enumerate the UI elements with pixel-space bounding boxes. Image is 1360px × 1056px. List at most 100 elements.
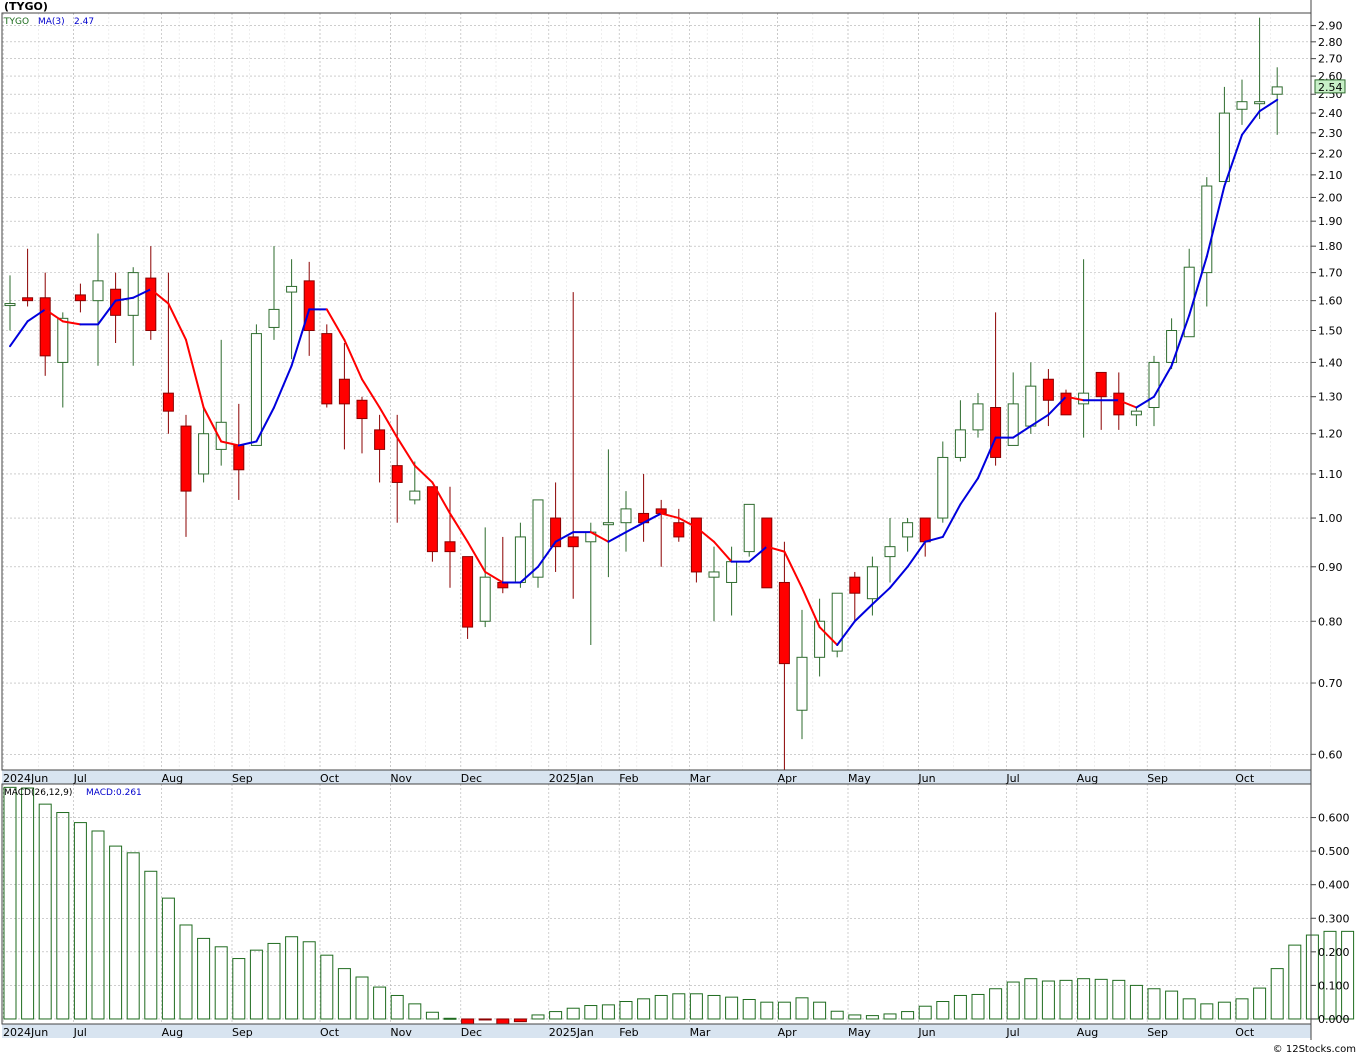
candle-body-down [22, 297, 34, 302]
candle-body-down [39, 297, 51, 357]
macd-month-label: Sep [1147, 1026, 1168, 1039]
price-month-label: Mar [690, 772, 711, 785]
candle-body-up [127, 272, 139, 316]
price-tick-label: 2.40 [1318, 107, 1343, 120]
candle [462, 556, 474, 639]
price-tick-label: 2.80 [1318, 36, 1343, 49]
macd-tick-label: 0.200 [1318, 946, 1350, 959]
macd-month-label: Mar [690, 1026, 711, 1039]
price-month-label: 2024Jun [3, 772, 48, 785]
candle-body-up [708, 571, 720, 578]
candle-body-down [919, 517, 931, 543]
candle-body-up [726, 561, 738, 583]
candle-body-up [620, 508, 632, 524]
candle-body-up [937, 456, 949, 519]
candle-body-up [1148, 361, 1160, 408]
macd-month-label: Aug [1077, 1026, 1098, 1039]
macd-tick-label: 0.300 [1318, 912, 1350, 925]
price-month-label: Sep [232, 772, 253, 785]
macd-tick-label: 0.600 [1318, 812, 1350, 825]
candle-body-up [884, 546, 896, 558]
candle-body-up [602, 522, 614, 526]
candle-body-down [145, 277, 157, 332]
candle-body-up [1254, 101, 1266, 105]
candle-body-down [233, 444, 245, 471]
candle-body-down [180, 425, 192, 492]
macd-month-label: Apr [778, 1026, 798, 1039]
candle-body-down [162, 392, 174, 412]
candle-body-down [74, 294, 86, 302]
price-tick-label: 2.90 [1318, 20, 1343, 33]
macd-tick-label: 0.000 [1318, 1013, 1350, 1026]
price-month-label: 2025Jan [549, 772, 594, 785]
price-month-label: Oct [1235, 772, 1255, 785]
price-tick-label: 1.60 [1318, 295, 1343, 308]
candle-body-up [198, 433, 210, 475]
macd-month-label: Oct [320, 1026, 340, 1039]
candle-body-up [1007, 403, 1019, 446]
price-month-label: Dec [461, 772, 482, 785]
legend-macd-value: MACD:0.261 [86, 788, 142, 798]
price-month-label: May [848, 772, 871, 785]
candle-body-up [866, 566, 878, 600]
candle-body-up [972, 403, 984, 431]
price-month-label: Feb [619, 772, 638, 785]
candle-body-down [1113, 392, 1125, 416]
price-tick-label: 1.80 [1318, 240, 1343, 253]
candle-body-up [57, 317, 69, 363]
candle-body-down [462, 556, 474, 628]
candle [761, 517, 773, 589]
candle-body-down [391, 465, 403, 483]
candle-body-up [1078, 392, 1090, 405]
candle-body-up [1271, 86, 1283, 95]
price-month-label: Oct [320, 772, 340, 785]
macd-month-label: Jul [73, 1026, 87, 1039]
candle-body-up [1025, 385, 1037, 427]
macd-month-band [2, 1024, 1311, 1038]
macd-month-label: Jun [917, 1026, 935, 1039]
macd-month-label: May [848, 1026, 871, 1039]
candle-body-up [1218, 112, 1230, 183]
candle-body-down [567, 536, 579, 548]
candle-body-down [1042, 378, 1054, 401]
candle-body-up [250, 333, 262, 446]
candle [1060, 389, 1072, 416]
candle [250, 324, 262, 446]
candle-body-down [673, 522, 685, 538]
price-tick-label: 1.10 [1318, 468, 1343, 481]
last-price-label: 2.54 [1318, 81, 1343, 94]
macd-bar-negative [478, 1018, 492, 1021]
candle-body-up [514, 536, 526, 583]
price-month-label: Jun [917, 772, 935, 785]
price-tick-label: 0.90 [1318, 561, 1343, 574]
legend-symbol: TYGO [3, 17, 29, 27]
candle [743, 503, 755, 557]
candle-body-down [321, 333, 333, 405]
candle-body-down [990, 406, 1002, 458]
price-month-label: Aug [162, 772, 183, 785]
candle-body-up [902, 522, 914, 538]
price-tick-label: 0.70 [1318, 677, 1343, 690]
candle-body-down [761, 517, 773, 589]
price-tick-label: 0.60 [1318, 748, 1343, 761]
price-tick-label: 2.20 [1318, 147, 1343, 160]
price-tick-label: 1.00 [1318, 512, 1343, 525]
candle-body-up [4, 303, 16, 307]
macd-month-label: Dec [461, 1026, 482, 1039]
candle-body-down [426, 486, 438, 553]
price-tick-label: 0.80 [1318, 615, 1343, 628]
price-month-label: Nov [390, 772, 412, 785]
candle-body-up [954, 429, 966, 458]
legend-ma-value: 2.47 [74, 17, 94, 27]
macd-tick-label: 0.100 [1318, 979, 1350, 992]
price-tick-label: 1.50 [1318, 325, 1343, 338]
macd-month-label: Sep [232, 1026, 253, 1039]
price-tick-label: 1.40 [1318, 356, 1343, 369]
candle-body-up [268, 308, 280, 328]
macd-month-label: 2025Jan [549, 1026, 594, 1039]
macd-month-label: Oct [1235, 1026, 1255, 1039]
stock-chart: 0.60 0.70 0.80 0.90 1.00 1.10 1.20 1.30 1.40 1.50… [0, 0, 1360, 1056]
price-tick-label: 2.10 [1318, 169, 1343, 182]
candle [426, 486, 438, 562]
candle-body-down [1095, 371, 1107, 398]
